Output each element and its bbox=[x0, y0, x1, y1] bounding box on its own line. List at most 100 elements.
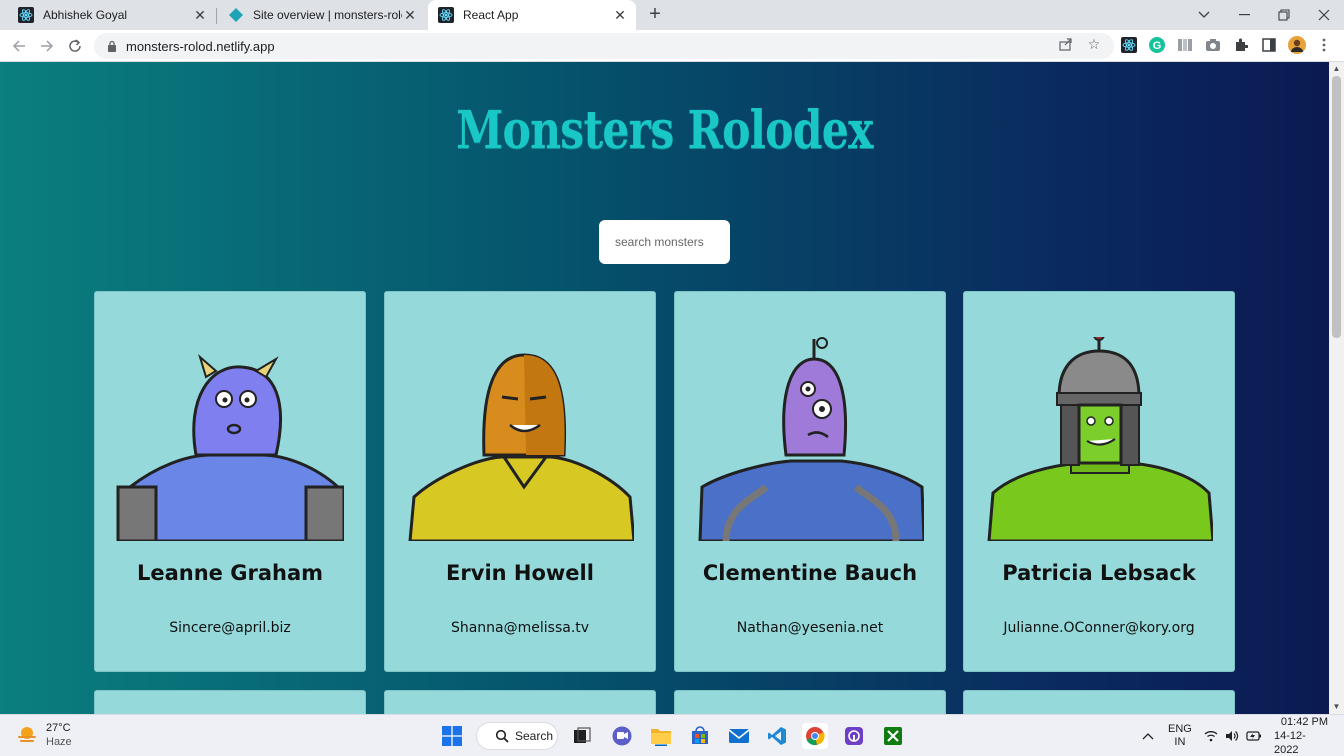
react-devtools-icon[interactable] bbox=[1121, 37, 1137, 53]
monster-email: Nathan@yesenia.net bbox=[736, 620, 884, 636]
monster-name: Patricia Lebsack bbox=[1002, 561, 1196, 585]
monster-name: Ervin Howell bbox=[446, 561, 594, 585]
start-button[interactable] bbox=[439, 723, 465, 749]
monster-card[interactable]: Leanne Graham Sincere@april.biz bbox=[94, 291, 366, 672]
camera-icon[interactable] bbox=[1205, 37, 1221, 53]
scroll-thumb[interactable] bbox=[1332, 76, 1341, 338]
haze-sun-icon bbox=[18, 727, 36, 742]
tab-site-overview[interactable]: Site overview | monsters-rolod ✕ bbox=[218, 0, 426, 30]
close-icon[interactable]: ✕ bbox=[402, 7, 418, 23]
monster-email: Shanna@melissa.tv bbox=[450, 620, 590, 636]
address-bar[interactable]: monsters-rolod.netlify.app bbox=[94, 33, 1114, 59]
reader-extension-icon[interactable] bbox=[1177, 37, 1193, 53]
monster-avatar bbox=[406, 337, 634, 541]
weather-widget[interactable]: 27°C Haze bbox=[16, 721, 72, 749]
monster-email: Julianne.OConner@kory.org bbox=[1003, 620, 1195, 636]
tab-title: React App bbox=[463, 8, 519, 22]
scroll-down-arrow-icon[interactable]: ▼ bbox=[1332, 702, 1341, 712]
tab-divider bbox=[216, 8, 217, 24]
lock-icon[interactable] bbox=[104, 40, 120, 52]
region-code: IN bbox=[1174, 736, 1186, 748]
monster-avatar bbox=[116, 337, 344, 541]
react-icon bbox=[18, 7, 34, 23]
reload-icon bbox=[69, 39, 81, 52]
forward-button[interactable] bbox=[35, 34, 59, 58]
windows-taskbar: 27°C Haze Search ENG IN 01:42 PM 14-12-2… bbox=[0, 714, 1344, 756]
scroll-up-arrow-icon[interactable]: ▲ bbox=[1332, 64, 1341, 74]
clock[interactable]: 01:42 PM 14-12-2022 bbox=[1274, 715, 1328, 756]
arrow-right-icon bbox=[41, 40, 54, 52]
language-indicator[interactable]: ENG IN bbox=[1168, 715, 1192, 756]
file-explorer-icon[interactable] bbox=[648, 723, 674, 749]
monster-card[interactable]: Ervin Howell Shanna@melissa.tv bbox=[384, 291, 656, 672]
language-code: ENG bbox=[1168, 723, 1192, 735]
bookmark-star-icon[interactable]: ☆ bbox=[1085, 35, 1103, 53]
monster-name: Leanne Graham bbox=[136, 561, 324, 585]
close-icon[interactable]: ✕ bbox=[192, 7, 208, 23]
chrome-icon[interactable] bbox=[802, 723, 828, 749]
close-icon[interactable]: ✕ bbox=[612, 7, 628, 23]
chevron-down-icon bbox=[1198, 11, 1210, 18]
page-title: Monsters Rolodex bbox=[456, 100, 873, 161]
tab-abhishek-goyal[interactable]: Abhishek Goyal ✕ bbox=[8, 0, 216, 30]
search-icon bbox=[495, 729, 509, 743]
page-viewport: Monsters Rolodex Leanne Graham Sincere@ap… bbox=[0, 62, 1329, 714]
tab-search-button[interactable] bbox=[1184, 0, 1224, 30]
monster-card[interactable] bbox=[94, 690, 366, 714]
monster-email: Sincere@april.biz bbox=[169, 620, 291, 636]
clock-time: 01:42 PM bbox=[1280, 716, 1328, 728]
react-icon bbox=[438, 7, 454, 23]
windows-logo-icon bbox=[442, 726, 462, 746]
volume-icon bbox=[1226, 731, 1239, 741]
close-icon bbox=[1318, 9, 1330, 21]
tab-title: Abhishek Goyal bbox=[43, 8, 128, 22]
monster-avatar bbox=[696, 337, 924, 541]
minimize-icon bbox=[1238, 14, 1250, 16]
extensions-puzzle-icon[interactable] bbox=[1233, 37, 1249, 53]
microsoft-store-icon[interactable] bbox=[687, 723, 713, 749]
tab-react-app[interactable]: React App ✕ bbox=[428, 0, 636, 30]
close-window-button[interactable] bbox=[1304, 0, 1344, 30]
chevron-up-icon bbox=[1142, 733, 1154, 740]
taskbar-search-button[interactable]: Search bbox=[476, 722, 558, 750]
temperature: 27°C bbox=[46, 722, 71, 734]
side-panel-icon[interactable] bbox=[1261, 37, 1277, 53]
profile-avatar[interactable] bbox=[1288, 36, 1306, 54]
xbox-icon[interactable] bbox=[880, 723, 906, 749]
new-tab-button[interactable]: + bbox=[644, 3, 666, 25]
monster-card[interactable] bbox=[384, 690, 656, 714]
search-input[interactable] bbox=[599, 220, 730, 264]
browser-titlebar: Abhishek Goyal ✕ Site overview | monster… bbox=[0, 0, 1344, 30]
scrollbar[interactable]: ▲ ▼ bbox=[1329, 62, 1344, 714]
menu-kebab-icon[interactable] bbox=[1316, 37, 1332, 53]
monster-card[interactable] bbox=[674, 690, 946, 714]
show-hidden-icons-button[interactable] bbox=[1142, 715, 1154, 756]
monster-name: Clementine Bauch bbox=[702, 561, 918, 585]
vscode-icon[interactable] bbox=[764, 723, 790, 749]
monster-card[interactable]: Patricia Lebsack Julianne.OConner@kory.or… bbox=[963, 291, 1235, 672]
netlify-icon bbox=[228, 7, 244, 23]
svg-text:G: G bbox=[1153, 40, 1162, 52]
restore-button[interactable] bbox=[1264, 0, 1304, 30]
mail-icon[interactable] bbox=[726, 723, 752, 749]
monster-card[interactable]: Clementine Bauch Nathan@yesenia.net bbox=[674, 291, 946, 672]
battery-icon bbox=[1246, 731, 1261, 741]
quick-settings-button[interactable] bbox=[1204, 715, 1262, 756]
task-view-icon[interactable] bbox=[569, 723, 595, 749]
weather-condition: Haze bbox=[46, 736, 72, 748]
proton-app-icon[interactable] bbox=[841, 723, 867, 749]
wifi-icon bbox=[1204, 731, 1218, 742]
monster-avatar bbox=[985, 337, 1213, 541]
restore-icon bbox=[1278, 9, 1290, 21]
share-icon[interactable] bbox=[1057, 35, 1075, 53]
minimize-button[interactable] bbox=[1224, 0, 1264, 30]
clock-date: 14-12-2022 bbox=[1274, 730, 1306, 756]
monster-card[interactable] bbox=[963, 690, 1235, 714]
browser-toolbar: monsters-rolod.netlify.app ☆ G bbox=[0, 30, 1344, 62]
back-button[interactable] bbox=[7, 34, 31, 58]
url-text: monsters-rolod.netlify.app bbox=[126, 38, 275, 54]
teams-chat-icon[interactable] bbox=[609, 723, 635, 749]
reload-button[interactable] bbox=[63, 34, 87, 58]
arrow-left-icon bbox=[12, 40, 25, 52]
grammarly-icon[interactable]: G bbox=[1149, 37, 1165, 53]
